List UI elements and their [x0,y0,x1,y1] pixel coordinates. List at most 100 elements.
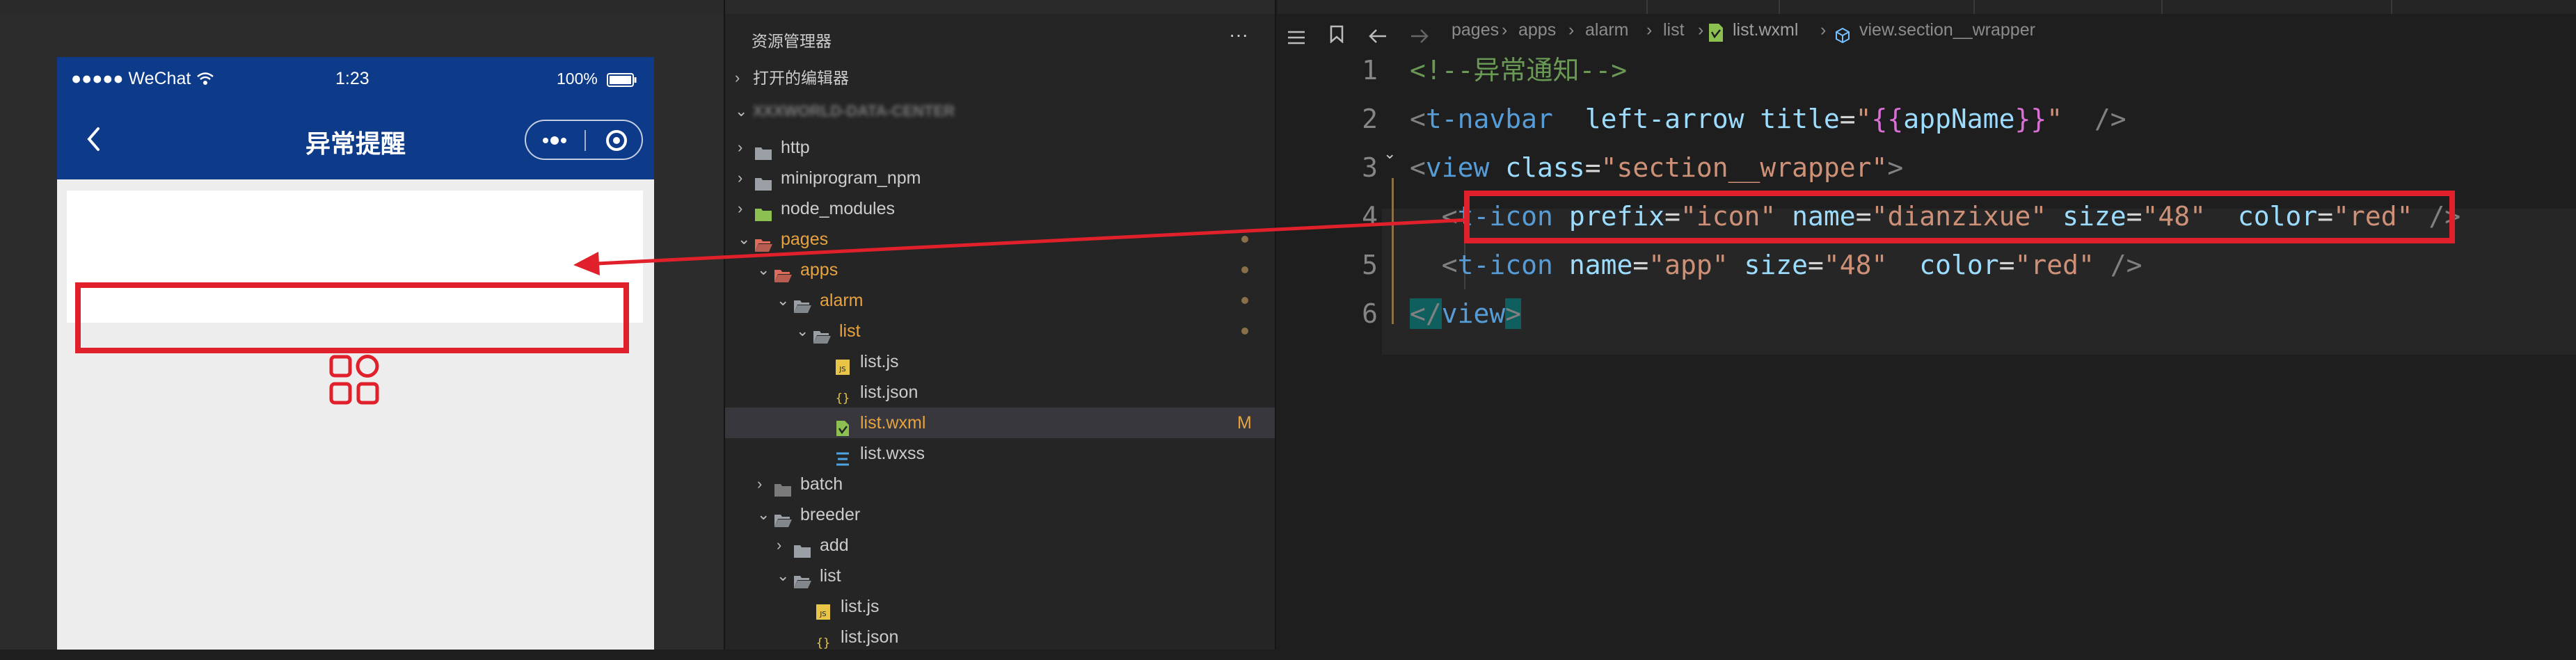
wxml-file-icon [1708,21,1724,42]
tree-item-label: batch [800,474,843,494]
explorer-more-icon[interactable]: ··· [1229,24,1248,46]
missing-icon-highlight-box [75,282,629,353]
tree-item-apps[interactable]: ⌄ apps [725,255,1275,285]
explorer-title: 资源管理器 [752,32,832,50]
tree-item-add[interactable]: › add [725,530,1275,561]
tree-item-label: pages [781,230,829,249]
tree-item-node-modules[interactable]: › node_modules [725,193,1275,224]
back-nav-icon[interactable] [1368,22,1388,43]
code-token: " [1855,104,1872,134]
code-token: view [1425,152,1490,183]
breadcrumb: pages › apps › alarm › list › list.wxml … [1278,14,2576,46]
modified-dot [1241,236,1248,243]
folder-icon [774,476,792,497]
folder-open-icon [813,323,831,344]
line-content: <!--异常通知--> [1410,46,1627,95]
tree-item-alarm[interactable]: ⌄ alarm [725,285,1275,316]
code-area[interactable]: ⌄ 1 <!--异常通知--> 2 <t-navbar left-arrow titl… [1278,46,2576,650]
code-token: t-icon [1457,250,1553,280]
js-file-icon: JS [814,599,832,620]
tree-item-list[interactable]: ⌄ list [725,316,1275,346]
code-token: appName [1903,104,2015,134]
svg-text:{}: {} [816,636,830,650]
code-token: "section__wrapper" [1600,152,1888,183]
chevron-right-icon: › [738,169,743,186]
bookmark-icon[interactable] [1329,22,1344,44]
code-token: < [1441,250,1458,280]
code-token: size [1744,250,1808,280]
tree-item-http[interactable]: › http [725,132,1275,163]
code-token: <!--异常通知--> [1410,55,1628,86]
wxss-file-icon [834,446,852,466]
code-line[interactable]: 1 <!--异常通知--> [1278,46,2576,95]
chevron-right-icon: › [735,69,740,86]
code-token: = [1584,152,1601,183]
breadcrumb-item[interactable]: apps [1518,14,1556,46]
capsule-menu [525,120,643,160]
breadcrumb-item[interactable]: view.section__wrapper [1859,14,2035,46]
breadcrumb-item[interactable]: pages [1452,14,1499,46]
carrier-label: ●●●●● WeChat [71,69,191,88]
breadcrumb-item[interactable]: list.wxml [1733,14,1798,46]
code-token: {{ [1871,104,1904,134]
folder-open-icon [793,568,811,588]
tree-item-list-js[interactable]: JS list.js [725,591,1275,622]
tree-item-pages[interactable]: ⌄ pages [725,224,1275,255]
code-token: title [1760,104,1840,134]
breadcrumb-item[interactable]: alarm [1585,14,1629,46]
tree-item-batch[interactable]: › batch [725,469,1275,499]
code-token: class [1505,152,1585,183]
editor-tabs [1278,0,2576,14]
list-view-icon[interactable] [1287,23,1305,45]
folder-icon [793,538,811,558]
tree-item-label: list.js [841,597,880,616]
simulator-toolbar [0,0,724,14]
code-token: < [1410,104,1426,134]
line-number: 3 [1362,152,1378,183]
code-line[interactable]: 2 <t-navbar left-arrow title="{{appName}}… [1278,95,2576,143]
chevron-down-icon: ⌄ [796,322,809,339]
forward-nav-icon[interactable] [1410,22,1429,43]
modified-dot [1241,328,1248,335]
code-token: = [1998,250,2015,280]
code-token: name [1568,250,1633,280]
code-token: /> [2094,250,2142,280]
json-file-icon: {} [814,629,832,650]
more-dots-icon[interactable] [534,125,576,156]
json-file-icon: {} [834,385,852,405]
tree-item-list[interactable]: ⌄ list [725,561,1275,591]
breadcrumb-item[interactable]: list [1663,14,1685,46]
folder-icon [754,201,772,221]
line-content: <t-navbar left-arrow title="{{appName}}"… [1410,95,2126,143]
line-number: 1 [1362,55,1378,86]
tree-item-label: alarm [820,291,864,310]
tree-item-list-wxss[interactable]: list.wxss [725,438,1275,469]
code-line[interactable]: 5 <t-icon name="app" size="48" color="re… [1278,241,2576,289]
tree-item-list-js[interactable]: JS list.js [725,346,1275,377]
chevron-down-icon: ⌄ [738,230,751,248]
tree-item-miniprogram-npm[interactable]: › miniprogram_npm [725,163,1275,193]
tree-item-list-json[interactable]: {} list.json [725,377,1275,408]
close-mini-program-icon[interactable] [596,125,637,156]
tree-item-list-wxml[interactable]: list.wxml M [725,408,1275,438]
tree-item-breeder[interactable]: ⌄ breeder [725,499,1275,530]
tree-item-list-json[interactable]: {} list.json [725,622,1275,652]
code-token: " [2046,104,2063,134]
code-highlight-box [1464,191,2455,243]
line-content: <t-icon name="app" size="48" color="red"… [1410,241,2142,289]
code-token: </ [1410,298,1442,329]
code-editor: pages › apps › alarm › list › list.wxml … [1278,0,2576,650]
code-line[interactable]: 3 <view class="section__wrapper"> [1278,143,2576,192]
code-line[interactable]: 6 </view> [1278,289,2576,338]
code-token: "48" [1823,250,1888,280]
status-bar: ●●●●● WeChat 1:23 100% [57,57,654,100]
tree-item-label: node_modules [781,199,896,218]
open-editors-section[interactable]: › 打开的编辑器 [725,63,1275,93]
code-token: }} [2014,104,2047,134]
chevron-right-icon: › [777,536,782,554]
project-root-section[interactable]: ⌄ XXXWORLD-DATA-CENTER [725,96,1275,127]
project-name: XXXWORLD-DATA-CENTER [753,102,955,120]
